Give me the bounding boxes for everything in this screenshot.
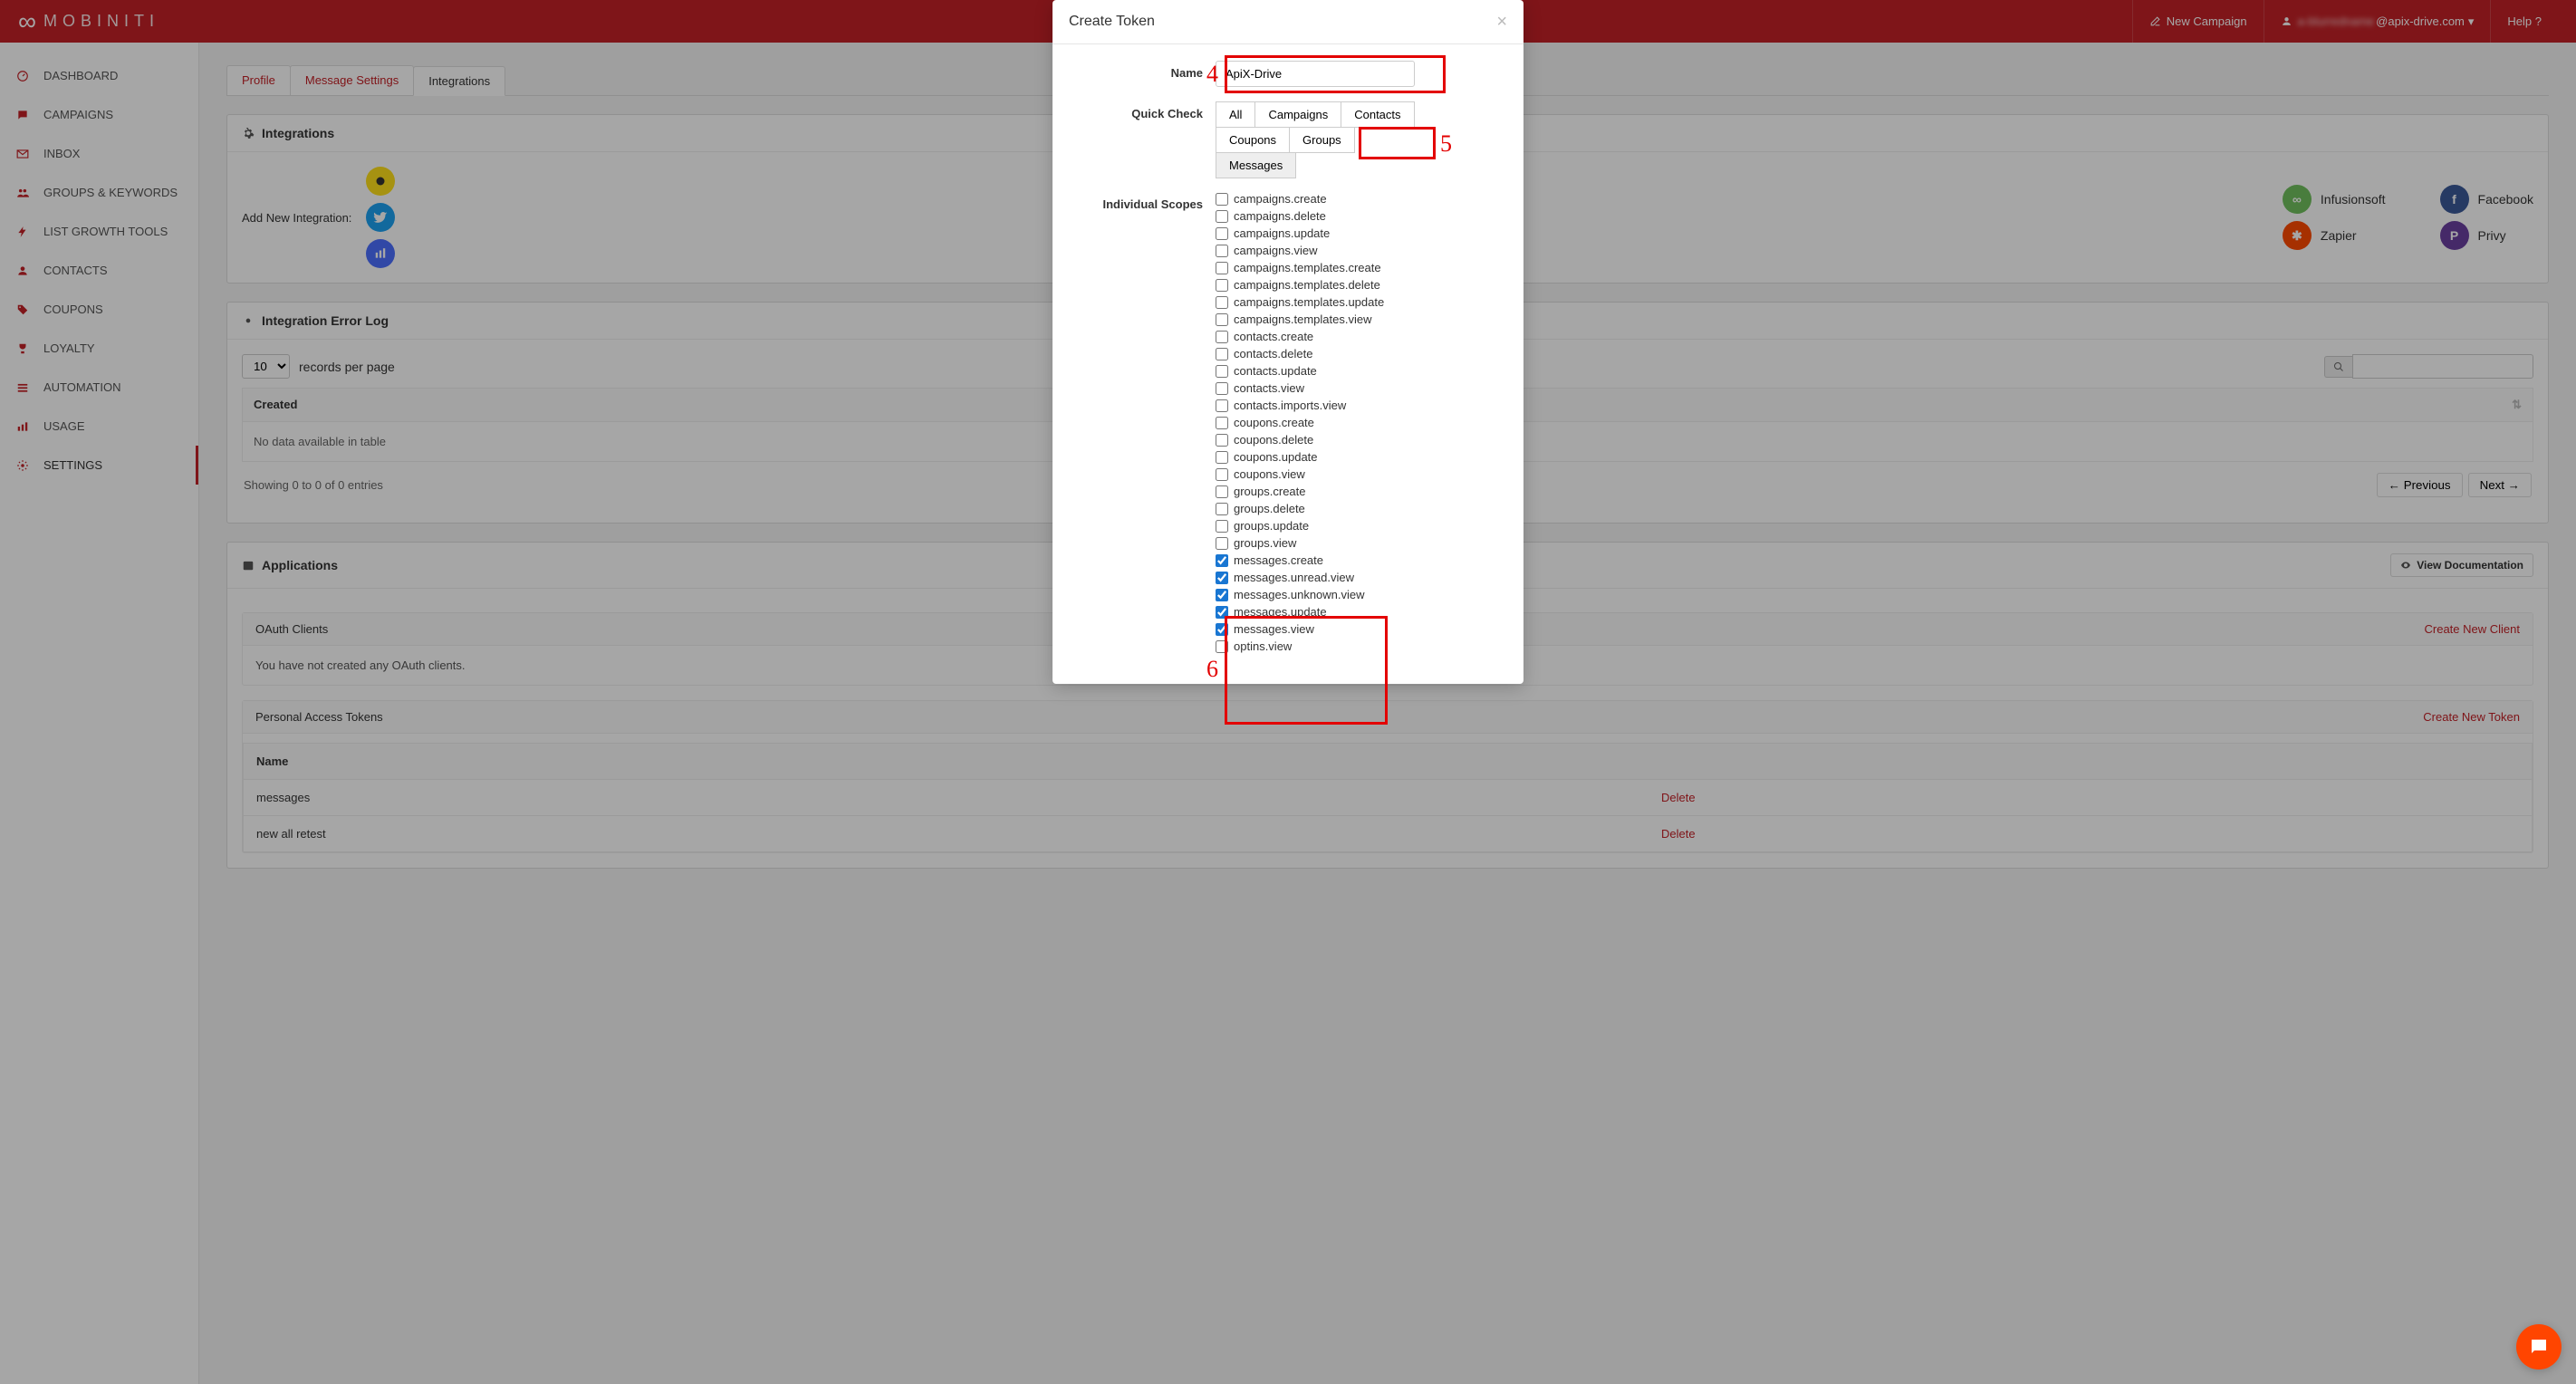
scope-checkbox[interactable]: [1216, 313, 1228, 326]
scope-campaigns-templates-update[interactable]: campaigns.templates.update: [1216, 295, 1384, 309]
qc-groups[interactable]: Groups: [1289, 127, 1355, 153]
scope-checkbox[interactable]: [1216, 572, 1228, 584]
scope-contacts-create[interactable]: contacts.create: [1216, 330, 1384, 343]
scope-coupons-delete[interactable]: coupons.delete: [1216, 433, 1384, 447]
scope-checkbox[interactable]: [1216, 245, 1228, 257]
scope-campaigns-update[interactable]: campaigns.update: [1216, 226, 1384, 240]
scope-checkbox[interactable]: [1216, 279, 1228, 292]
scope-campaigns-templates-view[interactable]: campaigns.templates.view: [1216, 312, 1384, 326]
qc-all[interactable]: All: [1216, 101, 1255, 128]
scope-checkbox[interactable]: [1216, 227, 1228, 240]
scope-checkbox[interactable]: [1216, 554, 1228, 567]
qc-messages[interactable]: Messages: [1216, 152, 1296, 178]
scope-checkbox[interactable]: [1216, 210, 1228, 223]
quickcheck-label: Quick Check: [1071, 101, 1216, 120]
scope-optins-view[interactable]: optins.view: [1216, 639, 1384, 653]
scope-checkbox[interactable]: [1216, 606, 1228, 619]
scope-checkbox[interactable]: [1216, 623, 1228, 636]
scope-checkbox[interactable]: [1216, 451, 1228, 464]
scope-checkbox[interactable]: [1216, 640, 1228, 653]
scope-coupons-update[interactable]: coupons.update: [1216, 450, 1384, 464]
scope-campaigns-delete[interactable]: campaigns.delete: [1216, 209, 1384, 223]
modal-overlay: Create Token × Name 4 Quick Check All Ca…: [0, 0, 2576, 1384]
scope-groups-delete[interactable]: groups.delete: [1216, 502, 1384, 515]
scope-messages-unread-view[interactable]: messages.unread.view: [1216, 571, 1384, 584]
token-name-input[interactable]: [1216, 61, 1415, 87]
name-label: Name: [1071, 61, 1216, 80]
scope-campaigns-create[interactable]: campaigns.create: [1216, 192, 1384, 206]
qc-contacts[interactable]: Contacts: [1341, 101, 1414, 128]
scope-messages-update[interactable]: messages.update: [1216, 605, 1384, 619]
qc-coupons[interactable]: Coupons: [1216, 127, 1290, 153]
scope-checkbox[interactable]: [1216, 193, 1228, 206]
scope-checkbox[interactable]: [1216, 434, 1228, 447]
scope-contacts-imports-view[interactable]: contacts.imports.view: [1216, 399, 1384, 412]
scope-checkbox[interactable]: [1216, 468, 1228, 481]
scope-checkbox[interactable]: [1216, 382, 1228, 395]
scope-messages-unknown-view[interactable]: messages.unknown.view: [1216, 588, 1384, 601]
scope-groups-create[interactable]: groups.create: [1216, 485, 1384, 498]
scope-contacts-delete[interactable]: contacts.delete: [1216, 347, 1384, 360]
scope-messages-view[interactable]: messages.view: [1216, 622, 1384, 636]
scope-checkbox[interactable]: [1216, 485, 1228, 498]
create-token-modal: Create Token × Name 4 Quick Check All Ca…: [1053, 0, 1523, 684]
scope-campaigns-templates-delete[interactable]: campaigns.templates.delete: [1216, 278, 1384, 292]
scope-messages-create[interactable]: messages.create: [1216, 553, 1384, 567]
qc-campaigns[interactable]: Campaigns: [1254, 101, 1341, 128]
scope-groups-update[interactable]: groups.update: [1216, 519, 1384, 533]
scope-checkbox[interactable]: [1216, 503, 1228, 515]
close-icon[interactable]: ×: [1496, 13, 1507, 31]
scope-campaigns-view[interactable]: campaigns.view: [1216, 244, 1384, 257]
modal-title: Create Token: [1069, 14, 1155, 30]
scopes-label: Individual Scopes: [1071, 192, 1216, 211]
scope-contacts-view[interactable]: contacts.view: [1216, 381, 1384, 395]
scope-groups-view[interactable]: groups.view: [1216, 536, 1384, 550]
scope-checkbox[interactable]: [1216, 365, 1228, 378]
scope-checkbox[interactable]: [1216, 589, 1228, 601]
scope-checkbox[interactable]: [1216, 262, 1228, 274]
chat-widget[interactable]: [2516, 1324, 2562, 1370]
scope-checkbox[interactable]: [1216, 520, 1228, 533]
scope-checkbox[interactable]: [1216, 417, 1228, 429]
scope-coupons-view[interactable]: coupons.view: [1216, 467, 1384, 481]
scope-checkbox[interactable]: [1216, 296, 1228, 309]
scope-coupons-create[interactable]: coupons.create: [1216, 416, 1384, 429]
scope-campaigns-templates-create[interactable]: campaigns.templates.create: [1216, 261, 1384, 274]
scope-checkbox[interactable]: [1216, 331, 1228, 343]
scope-checkbox[interactable]: [1216, 348, 1228, 360]
scope-contacts-update[interactable]: contacts.update: [1216, 364, 1384, 378]
scope-checkbox[interactable]: [1216, 537, 1228, 550]
scope-checkbox[interactable]: [1216, 399, 1228, 412]
